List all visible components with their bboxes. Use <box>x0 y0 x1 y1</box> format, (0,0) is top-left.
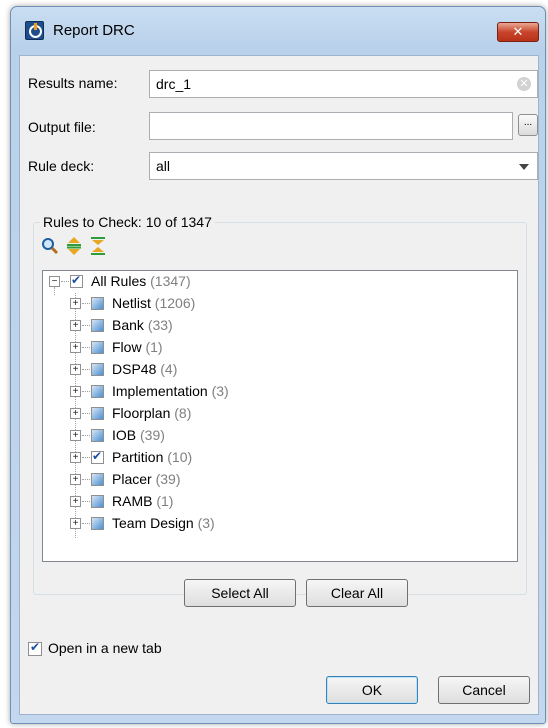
all-rules-count: (1347) <box>150 273 191 289</box>
expand-icon[interactable]: + <box>70 408 81 419</box>
expand-icon[interactable]: + <box>70 518 81 529</box>
tree-item-label: Floorplan <box>112 405 171 421</box>
tree-row-netlist[interactable]: + Netlist (1206) <box>43 293 517 315</box>
expand-icon[interactable]: + <box>70 474 81 485</box>
tree-item-label: Team Design <box>112 515 194 531</box>
cancel-button[interactable]: Cancel <box>438 676 530 704</box>
tree-item-label: IOB <box>112 427 137 443</box>
expand-icon[interactable]: + <box>70 298 81 309</box>
tree-row-partition[interactable]: + Partition (10) <box>43 447 517 469</box>
expand-icon[interactable]: + <box>70 496 81 507</box>
select-all-button[interactable]: Select All <box>184 579 296 607</box>
rule-deck-select[interactable]: all <box>149 152 538 180</box>
rules-group-title: Rules to Check: 10 of 1347 <box>40 214 215 230</box>
tree-checkbox[interactable] <box>91 385 104 398</box>
expand-all-icon[interactable] <box>64 236 84 256</box>
collapse-all-icon[interactable] <box>88 236 108 256</box>
close-button[interactable]: ✕ <box>497 22 539 42</box>
tree-item-label: DSP48 <box>112 361 157 377</box>
tree-row-flow[interactable]: + Flow (1) <box>43 337 517 359</box>
tree-item-count: (8) <box>174 405 192 421</box>
rules-tree[interactable]: − All Rules (1347) + Netlist (1206) + Ba… <box>42 270 518 562</box>
expand-icon[interactable]: + <box>70 364 81 375</box>
tree-row-implementation[interactable]: + Implementation (3) <box>43 381 517 403</box>
tree-row-all-rules[interactable]: − All Rules (1347) <box>43 271 517 293</box>
ok-button[interactable]: OK <box>326 676 418 704</box>
tree-item-label: Placer <box>112 471 152 487</box>
expand-icon[interactable]: + <box>70 342 81 353</box>
tree-item-label: Partition <box>112 449 164 465</box>
collapse-icon[interactable]: − <box>49 276 60 287</box>
tree-checkbox[interactable] <box>91 297 104 310</box>
report-drc-icon <box>25 21 44 40</box>
expand-icon[interactable]: + <box>70 320 81 331</box>
search-icon[interactable] <box>40 236 60 256</box>
tree-item-count: (39) <box>155 471 181 487</box>
tree-checkbox[interactable] <box>91 407 104 420</box>
title-bar[interactable]: Report DRC ✕ <box>11 7 545 47</box>
tree-item-count: (3) <box>211 383 229 399</box>
tree-item-label: RAMB <box>112 493 153 509</box>
clear-all-button[interactable]: Clear All <box>306 579 408 607</box>
tree-item-label: Flow <box>112 339 142 355</box>
tree-item-count: (1) <box>145 339 163 355</box>
tree-item-count: (33) <box>147 317 173 333</box>
open-new-tab-checkbox[interactable] <box>28 640 42 656</box>
expand-icon[interactable]: + <box>70 452 81 463</box>
tree-row-floorplan[interactable]: + Floorplan (8) <box>43 403 517 425</box>
tree-row-team-design[interactable]: + Team Design (3) <box>43 513 517 535</box>
tree-checkbox[interactable] <box>91 429 104 442</box>
tree-checkbox[interactable] <box>91 449 104 464</box>
tree-checkbox[interactable] <box>91 495 104 508</box>
open-new-tab-label: Open in a new tab <box>48 640 162 656</box>
expand-icon[interactable]: + <box>70 430 81 441</box>
tree-row-iob[interactable]: + IOB (39) <box>43 425 517 447</box>
tree-checkbox[interactable] <box>91 517 104 530</box>
dialog-title: Report DRC <box>53 22 135 39</box>
tree-checkbox[interactable] <box>91 473 104 486</box>
browse-button[interactable]: ... <box>518 114 538 136</box>
rule-deck-label: Rule deck: <box>28 158 95 174</box>
tree-item-label: Implementation <box>112 383 208 399</box>
tree-item-count: (1206) <box>154 295 196 311</box>
tree-checkbox[interactable] <box>91 341 104 354</box>
rule-deck-value: all <box>156 158 171 174</box>
results-name-value: drc_1 <box>156 76 192 92</box>
results-name-input[interactable]: drc_1 ✕ <box>149 70 538 98</box>
tree-row-dsp48[interactable]: + DSP48 (4) <box>43 359 517 381</box>
chevron-down-icon <box>519 164 529 170</box>
all-rules-checkbox[interactable] <box>70 273 83 288</box>
tree-item-count: (4) <box>160 361 178 377</box>
tree-row-ramb[interactable]: + RAMB (1) <box>43 491 517 513</box>
tree-row-bank[interactable]: + Bank (33) <box>43 315 517 337</box>
tree-item-count: (1) <box>156 493 174 509</box>
expand-icon[interactable]: + <box>70 386 81 397</box>
tree-item-count: (39) <box>140 427 165 443</box>
tree-row-placer[interactable]: + Placer (39) <box>43 469 517 491</box>
clear-input-icon[interactable]: ✕ <box>517 77 531 91</box>
tree-checkbox[interactable] <box>91 319 104 332</box>
tree-checkbox[interactable] <box>91 363 104 376</box>
dialog-content: Results name: drc_1 ✕ Output file: ... R… <box>19 55 539 715</box>
all-rules-label: All Rules <box>91 273 147 289</box>
report-drc-dialog: Report DRC ✕ Results name: drc_1 ✕ Outpu… <box>10 6 546 724</box>
tree-item-count: (10) <box>167 449 193 465</box>
tree-item-label: Netlist <box>112 295 151 311</box>
output-file-input[interactable] <box>149 112 513 140</box>
tree-item-label: Bank <box>112 317 144 333</box>
output-file-label: Output file: <box>28 119 96 135</box>
results-name-label: Results name: <box>28 75 118 91</box>
tree-item-count: (3) <box>197 515 215 531</box>
